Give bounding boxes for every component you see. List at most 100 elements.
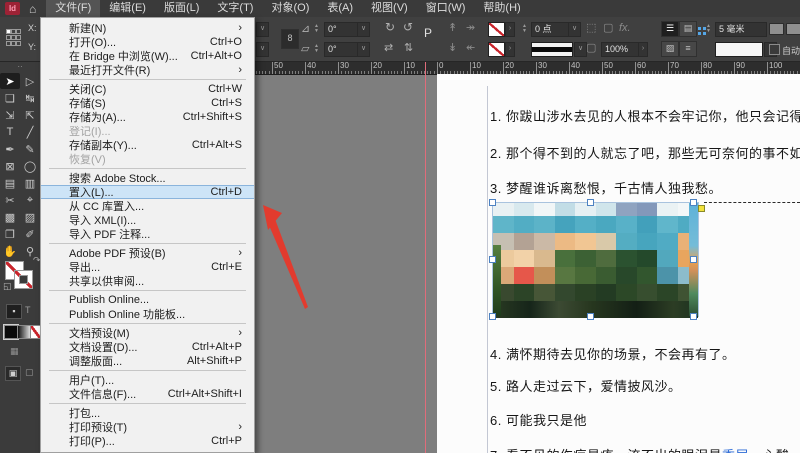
panel-grip-icon[interactable]: ‥	[0, 61, 40, 71]
doc-text-line[interactable]: 6. 可能我只是他	[490, 410, 587, 429]
rotation-dropdown-arrow[interactable]: ∨	[357, 22, 370, 37]
file-menu-item[interactable]: 最近打开文件(R)›	[41, 63, 254, 77]
wrap-offset-field[interactable]: 5 毫米	[715, 22, 767, 37]
handle-bottom-center[interactable]	[587, 313, 594, 320]
file-menu-item[interactable]: 存储为(A)...Ctrl+Shift+S	[41, 110, 254, 124]
stroke-weight-dropdown[interactable]: ∨	[568, 22, 581, 37]
handle-bottom-right[interactable]	[690, 313, 697, 320]
opacity-field[interactable]: 100%	[601, 42, 641, 57]
stroke-color-flyout[interactable]: ›	[505, 22, 515, 37]
panel-drag-dots[interactable]	[698, 27, 706, 35]
file-menu-item[interactable]: 导入 XML(I)...	[41, 213, 254, 227]
horizontal-grid-tool[interactable]: ▤	[0, 175, 20, 191]
content-placer-tool[interactable]: ⇱	[20, 107, 40, 123]
selection-tool[interactable]: ➤	[0, 73, 20, 89]
handle-bottom-left[interactable]	[489, 313, 496, 320]
distribute-icon[interactable]: ↞	[466, 42, 475, 55]
handle-top-center[interactable]	[587, 199, 594, 206]
doc-text-line[interactable]: 3. 梦醒谁诉离愁恨，千古情人独我愁。	[490, 178, 722, 197]
file-menu-item[interactable]: Publish Online...	[41, 293, 254, 307]
file-menu-item[interactable]: 打印(P)...Ctrl+P	[41, 434, 254, 448]
menu-bar-item-8[interactable]: 帮助(H)	[474, 0, 529, 17]
menu-bar-item-2[interactable]: 版面(L)	[155, 0, 208, 17]
workspace-icon[interactable]	[786, 23, 800, 35]
flip-horizontal-icon[interactable]: ⇄	[384, 42, 393, 55]
preview-mode-button[interactable]: ▢	[25, 367, 34, 378]
menu-bar-item-3[interactable]: 文字(T)	[208, 0, 262, 17]
handle-mid-left[interactable]	[489, 256, 496, 263]
swatch-dropdown-preview[interactable]	[715, 42, 763, 57]
formatting-affects-container-button[interactable]: ▪	[6, 304, 22, 319]
vertical-grid-tool[interactable]: ▥	[20, 175, 40, 191]
apply-color-button[interactable]	[4, 325, 18, 339]
stroke-weight-field[interactable]: 0 点	[531, 22, 571, 37]
wrap-none-button[interactable]: ☰	[661, 21, 679, 37]
stroke-weight-stepper[interactable]: ▲▼	[522, 24, 530, 34]
effects-icon[interactable]: fx.	[619, 22, 631, 35]
doc-text-line[interactable]: 5. 路人走过云下，爱情披风沙。	[490, 376, 681, 395]
file-menu-item[interactable]: 用户(T)...	[41, 373, 254, 387]
file-menu-item[interactable]: 打印预设(T)›	[41, 420, 254, 434]
menu-bar-item-7[interactable]: 窗口(W)	[417, 0, 475, 17]
gradient-feather-tool[interactable]: ▨	[20, 209, 40, 225]
wrap-object-shape-button[interactable]: ▨	[661, 41, 679, 57]
doc-text-line[interactable]: 2. 那个得不到的人就忘了吧，那些无可奈何的事不如算了。	[490, 143, 800, 162]
file-menu-item[interactable]: 登记(I)...	[41, 124, 254, 138]
doc-text-line[interactable]: 4. 满怀期待去见你的场景，不会再有了。	[490, 344, 735, 363]
file-menu-item[interactable]: 恢复(V)	[41, 152, 254, 166]
placed-image-frame[interactable]	[492, 202, 699, 317]
distribute-icon[interactable]: ↠	[466, 22, 475, 35]
doc-text-line[interactable]: 1. 你跋山涉水去见的人根本不会牢记你，他只会记得自己跋	[490, 106, 800, 125]
fill-color-none-swatch[interactable]	[488, 42, 505, 57]
menu-bar-item-0[interactable]: 文件(F)	[46, 0, 100, 17]
file-menu-item[interactable]: 调整版面...Alt+Shift+P	[41, 354, 254, 368]
file-menu-item[interactable]: 打开(O)...Ctrl+O	[41, 35, 254, 49]
file-menu-item[interactable]: 存储副本(Y)...Ctrl+Alt+S	[41, 138, 254, 152]
handle-top-right[interactable]	[690, 199, 697, 206]
opacity-flyout[interactable]: ›	[638, 42, 648, 57]
menu-bar-item-5[interactable]: 表(A)	[318, 0, 362, 17]
stroke-swatch-none[interactable]	[14, 270, 33, 289]
file-menu-item[interactable]: 文件信息(F)...Ctrl+Alt+Shift+I	[41, 387, 254, 401]
file-menu-item[interactable]: 在 Bridge 中浏览(W)...Ctrl+Alt+O	[41, 49, 254, 63]
file-menu-item[interactable]: 关闭(C)Ctrl+W	[41, 82, 254, 96]
shear-angle-field[interactable]: 0°	[324, 42, 360, 57]
fill-stroke-proxy[interactable]: ↷ ◱	[5, 261, 35, 291]
document-page[interactable]: 1. 你跋山涉水去见的人根本不会牢记你，他只会记得自己跋 2. 那个得不到的人就…	[437, 74, 800, 453]
rotate-ccw-icon[interactable]: ↺	[403, 21, 413, 34]
menu-bar-item-4[interactable]: 对象(O)	[262, 0, 318, 17]
rectangle-frame-tool[interactable]: ⊠	[0, 158, 20, 174]
default-fill-stroke-icon[interactable]: ◱	[3, 281, 12, 292]
corner-options-icon[interactable]: ⬚	[586, 22, 596, 35]
file-menu-item[interactable]: 文档预设(M)›	[41, 326, 254, 340]
file-menu-item[interactable]: 置入(L)...Ctrl+D	[41, 185, 254, 199]
fill-color-flyout[interactable]: ›	[505, 42, 515, 57]
gap-tool[interactable]: ↹	[20, 90, 40, 106]
scissors-tool[interactable]: ✂	[0, 192, 20, 208]
file-menu-item[interactable]: 从 CC 库置入...	[41, 199, 254, 213]
ellipse-frame-tool[interactable]: ◯	[20, 158, 40, 174]
note-tool[interactable]: ❐	[0, 226, 20, 242]
menu-bar-item-6[interactable]: 视图(V)	[362, 0, 417, 17]
distribute-icon[interactable]: ↟	[448, 22, 457, 35]
free-transform-tool[interactable]: ⌖	[20, 192, 40, 208]
home-icon[interactable]: ⌂	[29, 2, 36, 16]
wrap-offset-stepper[interactable]: ▲▼	[706, 24, 714, 34]
apply-gradient-button[interactable]	[17, 325, 31, 339]
content-collector-tool[interactable]: ⇲	[0, 107, 20, 123]
file-menu-item[interactable]: Adobe PDF 预设(B)›	[41, 246, 254, 260]
width-dropdown-arrow[interactable]: ∨	[256, 22, 269, 37]
rotation-stepper[interactable]: ▲▼	[314, 24, 322, 34]
height-dropdown-arrow[interactable]: ∨	[256, 42, 269, 57]
type-tool[interactable]: T	[0, 124, 20, 140]
indesign-app-icon[interactable]: Id	[5, 2, 20, 15]
pencil-tool[interactable]: ✎	[20, 141, 40, 157]
select-container-badge[interactable]: P	[424, 26, 432, 40]
file-menu-item[interactable]: 导出...Ctrl+E	[41, 260, 254, 274]
file-menu-item[interactable]: 文档设置(D)...Ctrl+Alt+P	[41, 340, 254, 354]
cell-view-icon[interactable]: ▦	[10, 346, 19, 357]
line-tool[interactable]: ╱	[20, 124, 40, 140]
stroke-style-preview[interactable]	[531, 42, 573, 57]
eyedropper-tool[interactable]: ✐	[20, 226, 40, 242]
file-menu-item[interactable]: 导入 PDF 注释...	[41, 227, 254, 241]
